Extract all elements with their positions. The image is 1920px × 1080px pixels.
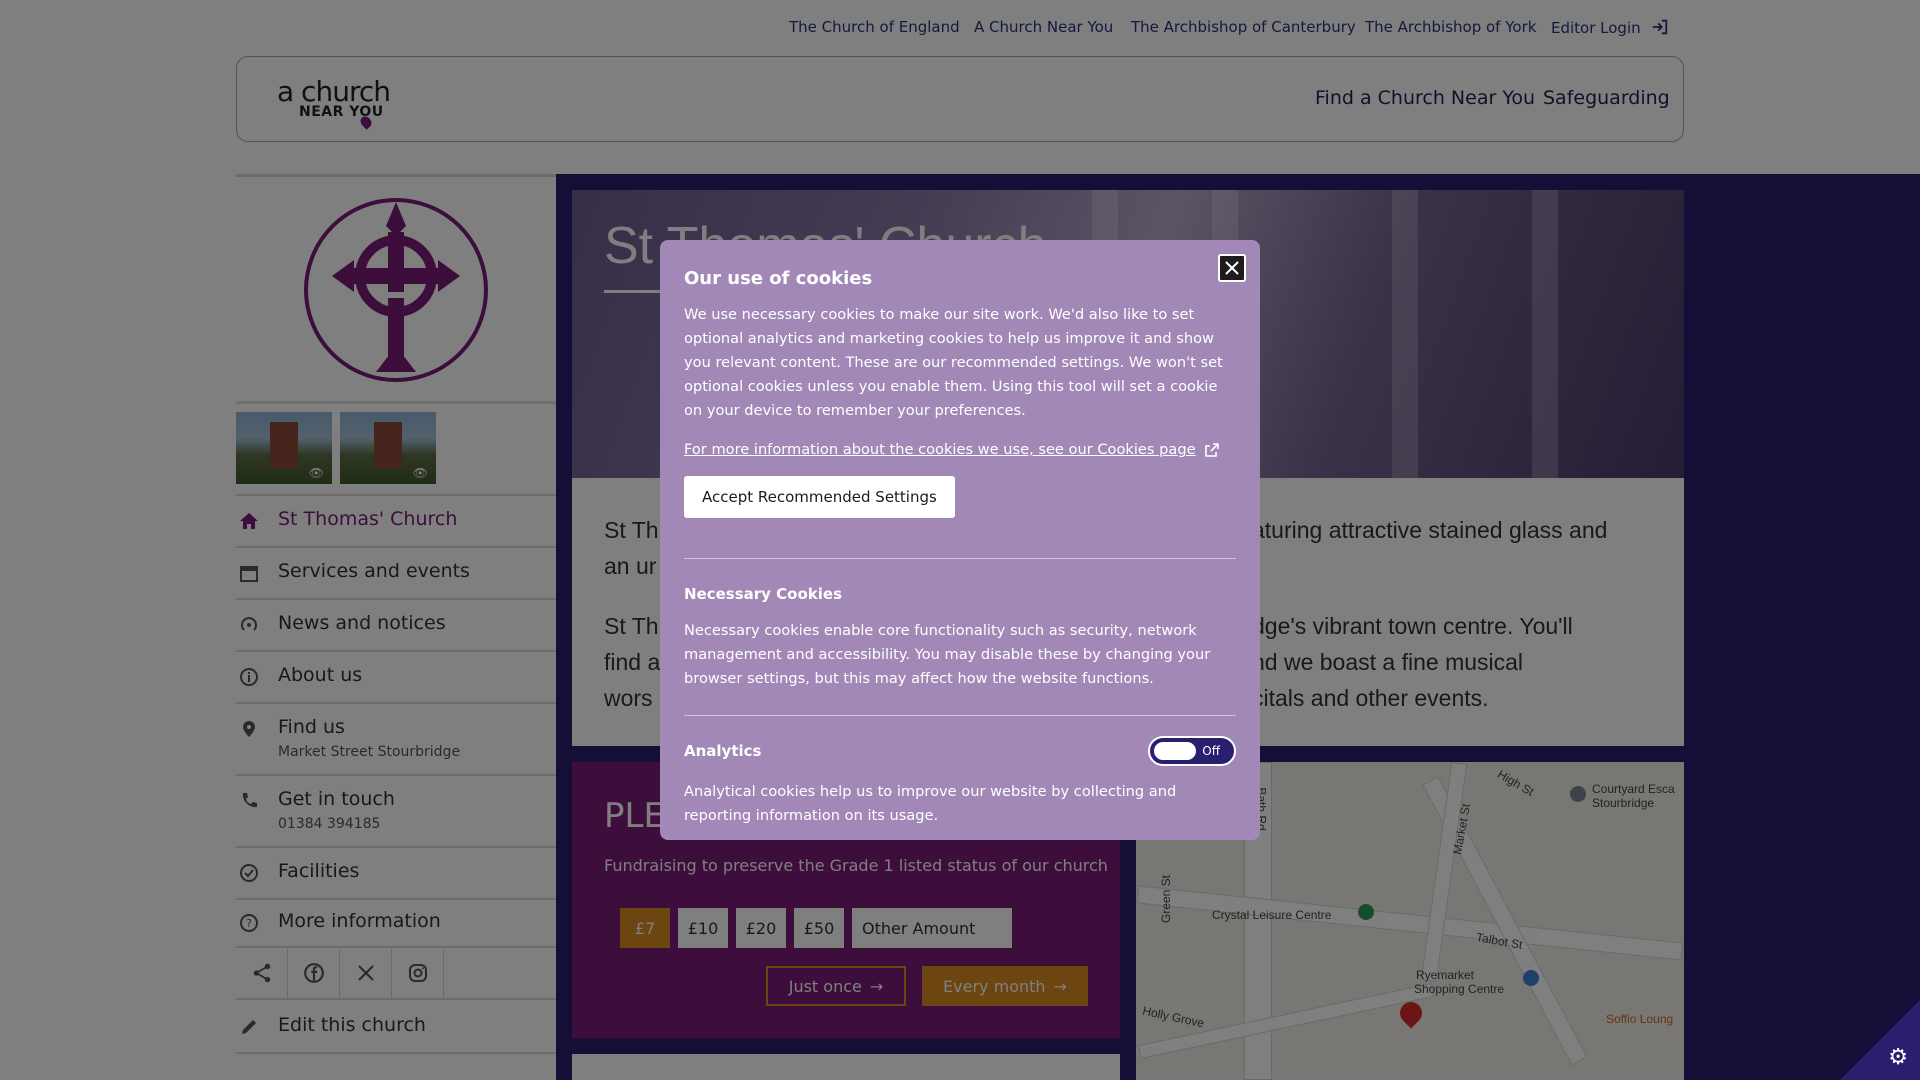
necessary-cookies-description: Necessary cookies enable core functional… — [684, 622, 1211, 687]
external-link-icon — [1204, 442, 1219, 457]
analytics-toggle[interactable]: Off — [1148, 736, 1236, 766]
toggle-knob — [1154, 742, 1196, 760]
analytics-row: Analytics Off — [684, 736, 1236, 766]
cookies-page-link[interactable]: For more information about the cookies w… — [684, 441, 1236, 458]
analytics-title: Analytics — [684, 742, 762, 760]
divider — [684, 715, 1236, 716]
cookie-settings-corner[interactable] — [1840, 1000, 1920, 1080]
cookie-consent-dialog: Our use of cookies We use necessary cook… — [660, 240, 1260, 840]
cookie-dialog-content: Our use of cookies We use necessary cook… — [684, 264, 1236, 828]
analytics-description: Analytical cookies help us to improve ou… — [684, 783, 1177, 824]
cookie-dialog-title: Our use of cookies — [684, 268, 873, 289]
divider — [684, 558, 1236, 559]
toggle-state-label: Off — [1202, 744, 1220, 758]
accept-recommended-settings-button[interactable]: Accept Recommended Settings — [684, 476, 955, 518]
gear-icon[interactable]: ⚙ — [1888, 1045, 1908, 1070]
cookies-page-link-label: For more information about the cookies w… — [684, 441, 1196, 458]
necessary-cookies-title: Necessary Cookies — [684, 585, 843, 603]
cookie-intro-text: We use necessary cookies to make our sit… — [684, 306, 1223, 419]
